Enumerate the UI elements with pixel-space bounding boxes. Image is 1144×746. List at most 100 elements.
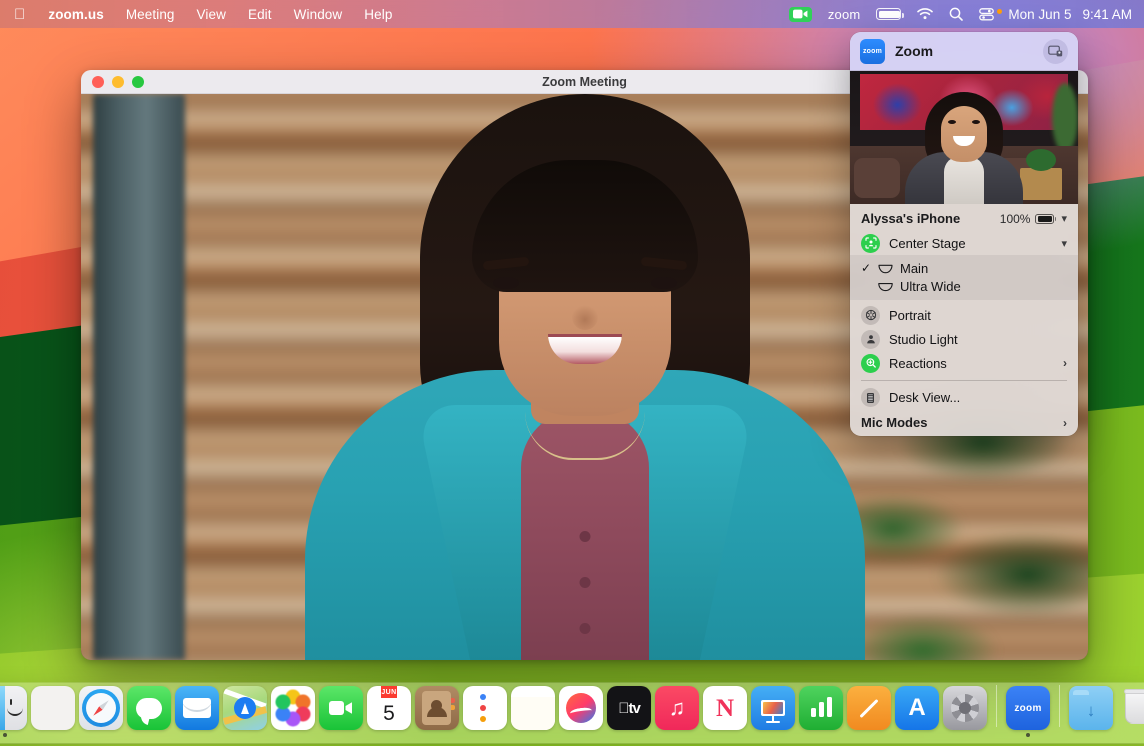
chevron-right-icon[interactable]: › <box>1063 356 1067 370</box>
meeting-participant-video <box>275 100 895 660</box>
dock-item-news[interactable]: N <box>703 686 747 737</box>
zoom-dock-logo: zoom <box>1006 686 1050 730</box>
dock[interactable]: JUN 5 tv ♫ N <box>0 683 1144 743</box>
search-icon[interactable] <box>941 0 971 28</box>
dock-item-photos[interactable] <box>271 686 315 737</box>
preview-person <box>904 100 1024 204</box>
camera-device-name: Alyssa's iPhone <box>861 211 1000 226</box>
effect-row-reactions[interactable]: Reactions › <box>850 351 1078 375</box>
lens-options-group: ✓ Main Ultra Wide <box>850 255 1078 300</box>
menu-bar-time[interactable]: 9:41 AM <box>1078 7 1132 22</box>
effect-row-portrait[interactable]: Portrait <box>850 303 1078 327</box>
dock-divider <box>1059 685 1060 727</box>
calendar-month: JUN <box>381 686 396 698</box>
dock-divider <box>996 685 997 727</box>
lens-icon <box>878 263 900 274</box>
dock-item-notes[interactable] <box>511 686 555 737</box>
panel-header: zoom Zoom <box>850 32 1078 71</box>
portrait-aperture-icon <box>861 306 880 325</box>
menu-item-help[interactable]: Help <box>353 0 403 28</box>
calendar-day: 5 <box>383 698 395 730</box>
zoom-app-logo-icon: zoom <box>860 39 885 64</box>
effect-portrait-label: Portrait <box>889 308 1067 323</box>
dock-item-safari[interactable] <box>79 686 123 737</box>
dock-item-mail[interactable] <box>175 686 219 737</box>
menu-item-meeting[interactable]: Meeting <box>115 0 186 28</box>
control-center-icon[interactable] <box>971 0 1004 28</box>
news-glyph: N <box>716 696 734 721</box>
video-effects-icon[interactable] <box>1043 39 1068 64</box>
macos-menu-bar:  zoom.us Meeting View Edit Window Help … <box>0 0 1144 28</box>
dock-item-reminders[interactable] <box>463 686 507 737</box>
menu-status-zoom[interactable]: zoom <box>820 0 869 28</box>
minimize-button[interactable] <box>112 76 124 88</box>
control-center-alert-dot <box>997 9 1002 14</box>
window-traffic-lights <box>81 76 144 88</box>
dock-item-freeform[interactable] <box>559 686 603 737</box>
menu-item-window[interactable]: Window <box>283 0 354 28</box>
panel-app-title: Zoom <box>895 43 1033 59</box>
lens-option-main[interactable]: ✓ Main <box>850 259 1078 277</box>
dock-item-launchpad[interactable] <box>31 686 75 737</box>
chevron-down-icon[interactable]: ▾ <box>1061 212 1067 225</box>
chevron-right-icon[interactable]: › <box>1063 416 1067 430</box>
mic-modes-label: Mic Modes <box>861 415 927 430</box>
download-arrow-icon: ↓ <box>1087 701 1096 721</box>
menu-item-view[interactable]: View <box>186 0 237 28</box>
camera-device-row[interactable]: Alyssa's iPhone 100% ▾ <box>850 206 1078 231</box>
dock-item-system-settings[interactable] <box>943 686 987 737</box>
dock-item-keynote[interactable] <box>751 686 795 737</box>
checkmark-icon: ✓ <box>861 261 878 275</box>
center-stage-icon <box>861 234 880 253</box>
dock-item-finder[interactable] <box>0 686 27 737</box>
appletv-glyph: tv <box>607 686 651 730</box>
lens-wide-icon <box>878 281 900 292</box>
desk-view-row[interactable]: Desk View... <box>850 386 1078 410</box>
menu-bar-status-area: zoom Mon Jun 5 <box>781 0 1144 28</box>
camera-active-icon[interactable] <box>781 0 820 28</box>
preview-potted-plant <box>1026 149 1056 171</box>
dock-item-contacts[interactable] <box>415 686 459 737</box>
apple-logo-icon[interactable]:  <box>0 0 37 28</box>
menu-bar-date[interactable]: Mon Jun 5 <box>1004 7 1078 22</box>
dock-item-appletv[interactable]: tv <box>607 686 651 737</box>
dock-item-zoom[interactable]: zoom <box>1006 686 1050 737</box>
dock-item-music[interactable]: ♫ <box>655 686 699 737</box>
dock-item-downloads[interactable]: ↓ <box>1069 686 1113 737</box>
appstore-glyph: A <box>908 696 925 720</box>
studio-light-icon <box>861 330 880 349</box>
dock-item-numbers[interactable] <box>799 686 843 737</box>
dock-item-appstore[interactable]: A <box>895 686 939 737</box>
battery-full-icon <box>1035 214 1054 224</box>
menu-item-zoomus[interactable]: zoom.us <box>37 0 114 28</box>
desk-view-icon <box>861 388 880 407</box>
effect-row-studio-light[interactable]: Studio Light <box>850 327 1078 351</box>
dock-item-calendar[interactable]: JUN 5 <box>367 686 411 737</box>
dock-item-messages[interactable] <box>127 686 171 737</box>
running-indicator <box>3 733 7 737</box>
battery-icon[interactable] <box>868 0 909 28</box>
menu-item-edit[interactable]: Edit <box>237 0 283 28</box>
mic-modes-row[interactable]: Mic Modes › <box>850 410 1078 436</box>
camera-preview <box>850 71 1078 204</box>
wifi-icon[interactable] <box>909 0 941 28</box>
video-effects-popover[interactable]: zoom Zoom Alyssa's iPhone <box>850 32 1078 436</box>
dock-item-maps[interactable] <box>223 686 267 737</box>
lens-option-ultrawide[interactable]: Ultra Wide <box>850 277 1078 295</box>
maximize-button[interactable] <box>132 76 144 88</box>
dock-item-facetime[interactable] <box>319 686 363 737</box>
center-stage-row[interactable]: Center Stage ▾ <box>850 231 1078 255</box>
effect-reactions-label: Reactions <box>889 356 1054 371</box>
menu-bar-left:  zoom.us Meeting View Edit Window Help <box>0 0 403 28</box>
dock-item-pages[interactable] <box>847 686 891 737</box>
close-button[interactable] <box>92 76 104 88</box>
preview-side-table <box>1020 168 1062 200</box>
dock-item-trash[interactable] <box>1117 686 1144 737</box>
reactions-icon <box>861 354 880 373</box>
center-stage-label: Center Stage <box>889 236 1052 251</box>
background-pillar <box>93 94 185 660</box>
lens-option-main-label: Main <box>900 261 928 276</box>
music-glyph: ♫ <box>655 686 699 730</box>
chevron-down-icon[interactable]: ▾ <box>1061 237 1067 250</box>
panel-divider <box>861 380 1067 381</box>
